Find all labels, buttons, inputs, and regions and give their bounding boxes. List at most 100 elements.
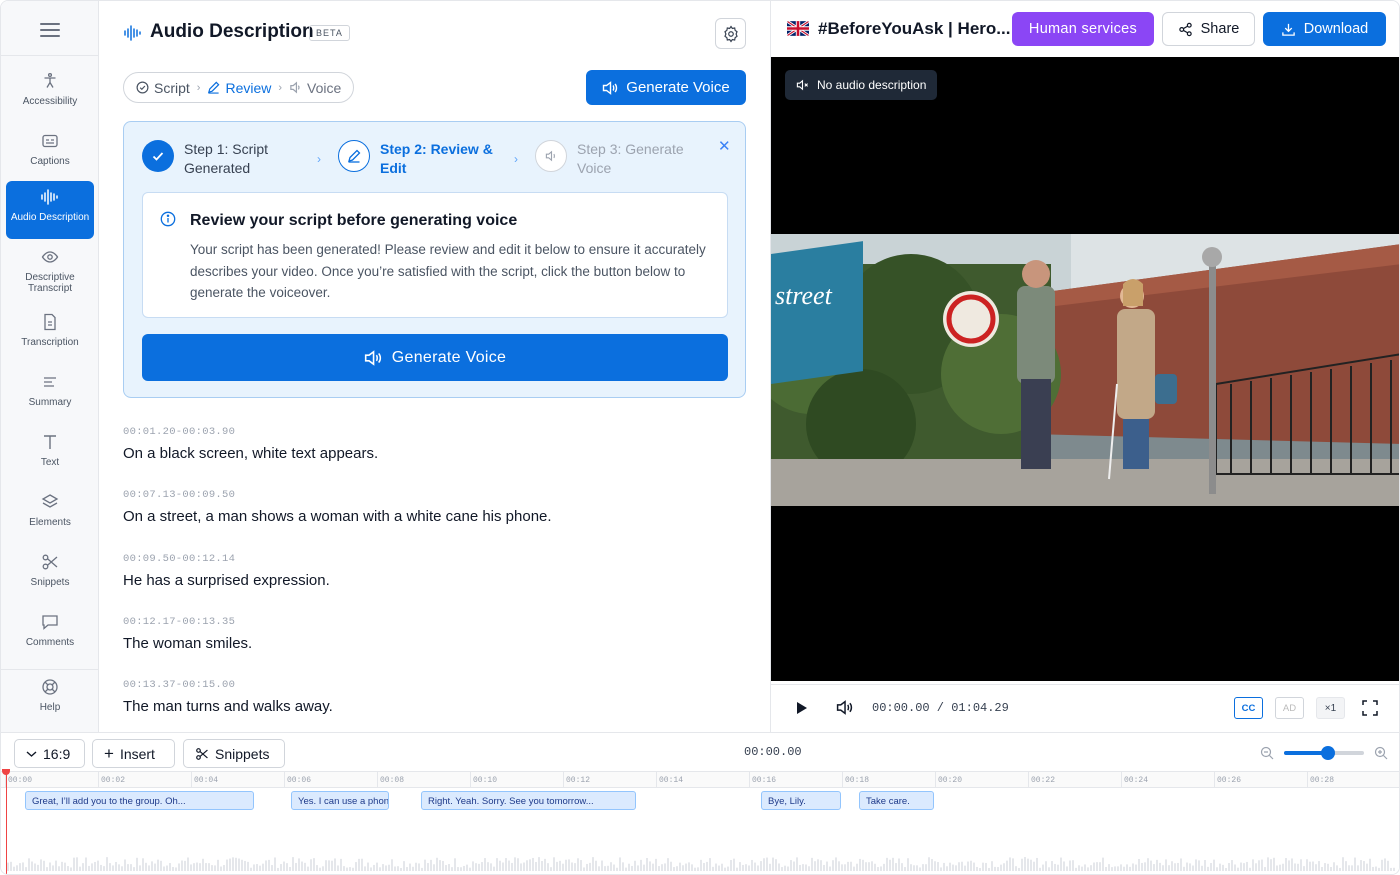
button-label: Insert xyxy=(119,745,155,762)
segment-text[interactable]: The man turns and walks away. xyxy=(123,698,743,715)
breadcrumb-voice[interactable]: Voice xyxy=(289,80,341,96)
video-panel: #BeforeYouAsk | Hero... Human services S… xyxy=(770,1,1399,732)
sidebar: Accessibility Captions Audio Description… xyxy=(1,1,99,732)
breadcrumb-script[interactable]: Script xyxy=(136,80,190,96)
speaker-icon xyxy=(535,140,567,172)
captions-toggle[interactable]: CC xyxy=(1234,697,1263,719)
sidebar-item-label: Descriptive Transcript xyxy=(25,272,75,294)
sidebar-item-text[interactable]: Text xyxy=(6,426,94,484)
caption-clip[interactable]: Right. Yeah. Sorry. See you tomorrow... xyxy=(421,791,636,810)
sidebar-item-elements[interactable]: Elements xyxy=(6,486,94,544)
script-segment[interactable]: 00:07.13-00:09.50 On a street, a man sho… xyxy=(123,484,743,547)
sidebar-item-snippets[interactable]: Snippets xyxy=(6,546,94,604)
playback-time: 00:00.00 / 01:04.29 xyxy=(872,701,1009,715)
lifebuoy-help-icon xyxy=(40,677,60,697)
accessibility-icon xyxy=(40,71,60,91)
sidebar-item-captions[interactable]: Captions xyxy=(6,125,94,183)
segment-timecode: 00:12.17-00:13.35 xyxy=(123,615,236,628)
caption-clip[interactable]: Yes. I can use a phone xyxy=(291,791,389,810)
timeline-tick: 00:08 xyxy=(377,772,470,788)
playhead[interactable] xyxy=(6,771,7,874)
caption-clip[interactable]: Bye, Lily. xyxy=(761,791,841,810)
timeline-tick: 00:20 xyxy=(935,772,1028,788)
script-segment[interactable]: 00:13.37-00:15.00 The man turns and walk… xyxy=(123,674,743,737)
document-icon xyxy=(40,312,60,332)
timeline-tick: 00:12 xyxy=(563,772,656,788)
sidebar-item-label: Audio Description xyxy=(10,212,90,223)
audio-description-status[interactable]: No audio description xyxy=(785,70,938,100)
breadcrumb-review[interactable]: Review xyxy=(207,80,271,96)
step-2: Step 2: Review & Edit xyxy=(338,140,505,178)
playback-speed-button[interactable]: ×1 xyxy=(1316,697,1345,719)
sidebar-item-descriptive-transcript[interactable]: Descriptive Transcript xyxy=(6,241,94,299)
video-frame: street xyxy=(771,234,1399,506)
button-label: Snippets xyxy=(215,745,270,762)
timeline-tick: 00:10 xyxy=(470,772,563,788)
caption-clip[interactable]: Take care. xyxy=(859,791,934,810)
page-title: Audio Description xyxy=(150,21,314,42)
segment-text[interactable]: On a black screen, white text appears. xyxy=(123,445,743,462)
timeline-ruler[interactable]: 00:00 00:02 00:04 00:06 00:08 00:10 00:12 00:14… xyxy=(1,771,1399,788)
share-button[interactable]: Share xyxy=(1162,12,1255,46)
speaker-icon xyxy=(603,80,618,95)
timeline-tick: 00:06 xyxy=(284,772,377,788)
play-icon[interactable] xyxy=(796,701,808,720)
timeline-tick: 00:22 xyxy=(1028,772,1121,788)
svg-text:street: street xyxy=(775,281,833,310)
video-player[interactable]: No audio description street xyxy=(771,57,1399,681)
breadcrumb-label: Voice xyxy=(307,79,342,96)
sidebar-divider xyxy=(1,669,99,670)
review-title: Review your script before generating voi… xyxy=(190,212,518,229)
caption-clip[interactable]: Great, I’ll add you to the group. Oh... xyxy=(25,791,254,810)
pencil-icon xyxy=(338,140,370,172)
sidebar-item-summary[interactable]: Summary xyxy=(6,366,94,424)
sidebar-item-audio-description[interactable]: Audio Description xyxy=(6,181,94,239)
close-icon[interactable]: ✕ xyxy=(718,137,731,155)
script-segment[interactable]: 00:12.17-00:13.35 The woman smiles. xyxy=(123,611,743,674)
breadcrumb: Script › Review › Voice xyxy=(123,72,355,103)
layers-icon xyxy=(40,492,60,512)
review-notice: Review your script before generating voi… xyxy=(142,192,728,318)
pencil-icon xyxy=(208,81,220,94)
segment-text[interactable]: He has a surprised expression. xyxy=(123,572,743,589)
beta-badge: BETA xyxy=(309,25,350,41)
button-label: Share xyxy=(1200,21,1240,37)
segment-text[interactable]: The woman smiles. xyxy=(123,635,743,652)
eye-icon xyxy=(40,247,60,267)
volume-icon[interactable] xyxy=(836,700,853,720)
hamburger-menu-icon[interactable] xyxy=(38,19,62,39)
zoom-slider-handle[interactable] xyxy=(1321,746,1335,760)
speaker-icon xyxy=(364,349,381,366)
sidebar-item-accessibility[interactable]: Accessibility xyxy=(6,65,94,123)
video-title[interactable]: #BeforeYouAsk | Hero... xyxy=(818,19,1010,39)
generate-voice-button[interactable]: Generate Voice xyxy=(586,70,746,105)
text-t-icon xyxy=(40,432,60,452)
zoom-in-icon[interactable] xyxy=(1374,746,1388,760)
steps-card: Step 1: Script Generated › Step 2: Revie… xyxy=(123,121,746,398)
timeline-tick: 00:26 xyxy=(1214,772,1307,788)
sidebar-item-comments[interactable]: Comments xyxy=(6,606,94,664)
step-3: Step 3: Generate Voice xyxy=(535,140,702,178)
snippets-button[interactable]: Snippets xyxy=(183,739,285,768)
zoom-out-icon[interactable] xyxy=(1260,746,1274,760)
zoom-slider[interactable] xyxy=(1284,746,1364,760)
audio-description-toggle[interactable]: AD xyxy=(1275,697,1304,719)
segment-text[interactable]: On a street, a man shows a woman with a … xyxy=(123,508,743,525)
segment-timecode: 00:09.50-00:12.14 xyxy=(123,552,236,565)
download-icon xyxy=(1281,23,1295,36)
human-services-button[interactable]: Human services xyxy=(1012,12,1154,46)
sidebar-item-help[interactable]: Help xyxy=(6,671,94,729)
generate-voice-primary-button[interactable]: Generate Voice xyxy=(142,334,728,381)
timeline-tick: 00:00 xyxy=(5,772,98,788)
sidebar-item-transcription[interactable]: Transcription xyxy=(6,306,94,364)
aspect-ratio-dropdown[interactable]: 16:9 xyxy=(14,739,85,768)
chevron-down-icon xyxy=(26,750,37,757)
sidebar-divider xyxy=(1,55,99,56)
button-label: Download xyxy=(1303,21,1369,37)
script-segment[interactable]: 00:01.20-00:03.90 On a black screen, whi… xyxy=(123,421,743,484)
settings-button[interactable] xyxy=(715,18,746,49)
download-button[interactable]: Download xyxy=(1263,12,1386,46)
insert-button[interactable]: + Insert xyxy=(92,739,175,768)
script-segment[interactable]: 00:09.50-00:12.14 He has a surprised exp… xyxy=(123,548,743,611)
fullscreen-icon[interactable] xyxy=(1362,700,1378,721)
